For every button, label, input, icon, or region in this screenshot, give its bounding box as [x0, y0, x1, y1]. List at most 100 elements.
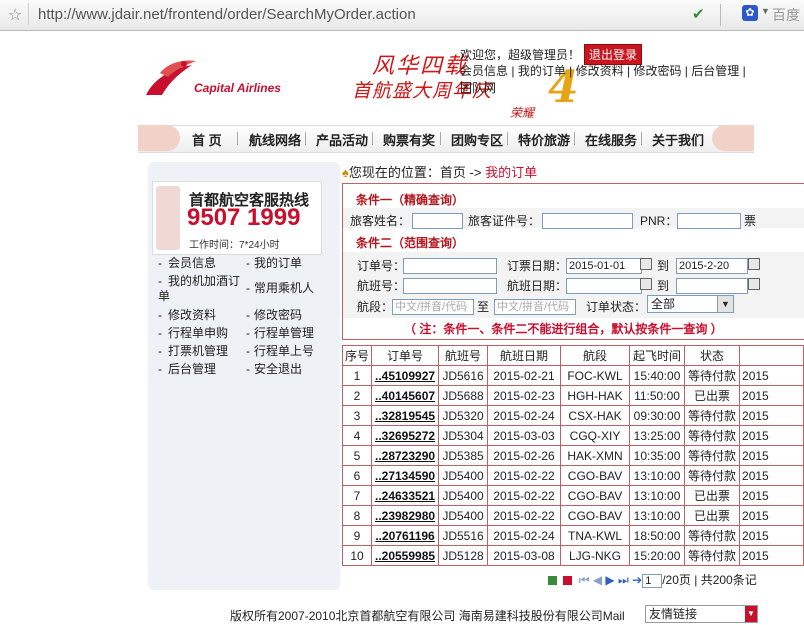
export-excel-icon[interactable] — [548, 576, 557, 586]
sidebar-link-my-orders[interactable]: 我的订单 — [254, 256, 302, 271]
table-row[interactable]: 7 ..24633521 JD5400 2015-02-22 CGO-BAV 13:10:… — [341, 485, 804, 506]
next-page-icon[interactable]: ▶ — [605, 573, 614, 587]
user-menu-change-password[interactable]: 修改密码 — [633, 64, 681, 78]
table-row[interactable]: 6 ..27134590 JD5400 2015-02-22 CGO-BAV 13:10:… — [341, 465, 804, 486]
cell-order-no[interactable]: ..40145607 — [371, 385, 440, 406]
cell-index: 4 — [341, 425, 373, 446]
user-menu-my-orders[interactable]: 我的订单 — [518, 64, 566, 78]
segment-from-input[interactable]: 中文/拼音/代码 — [392, 299, 474, 315]
first-page-icon[interactable]: ⏮ — [579, 573, 590, 587]
flight-date-to-input[interactable] — [676, 278, 748, 294]
logout-button[interactable]: 退出登录 — [584, 44, 643, 65]
cell-flight-no: JD5304 — [438, 425, 489, 446]
passenger-id-label: 旅客证件号： — [468, 214, 541, 228]
cell-status: 等待付款 — [684, 405, 741, 426]
nav-travel-deals[interactable]: 特价旅游 — [518, 130, 570, 149]
booking-date-to-input[interactable]: 2015-2-20 — [676, 258, 748, 274]
col-header-departure-time: 起飞时间 — [629, 345, 686, 366]
flight-date-from-input[interactable] — [566, 278, 642, 294]
nav-products[interactable]: 产品活动 — [316, 130, 368, 149]
footer-copyright: 版权所有2007-2010北京首都航空有限公司 海南易建科技股份有限公司Mail — [230, 609, 625, 623]
breadcrumb-prefix: 您现在的位置：首页 -> — [348, 165, 482, 180]
cell-order-no[interactable]: ..28723290 — [371, 445, 440, 466]
user-menu-team[interactable]: 团队网 — [460, 81, 496, 95]
goto-arrow-icon[interactable]: ➔ — [632, 573, 642, 587]
table-row[interactable]: 10 ..20559985 JD5128 2015-03-08 LJG-NKG 15:20… — [341, 545, 804, 566]
cell-status: 等待付款 — [684, 525, 741, 546]
calendar-icon[interactable] — [748, 258, 760, 270]
sidebar-link-admin[interactable]: 后台管理 — [168, 362, 216, 377]
nav-routes[interactable]: 航线网络 — [249, 130, 301, 149]
table-row[interactable]: 4 ..32695272 JD5304 2015-03-03 CGQ-XIY 13:25:… — [341, 425, 804, 446]
table-row[interactable]: 8 ..23982980 JD5400 2015-02-22 CGO-BAV 13:10:… — [341, 505, 804, 526]
sidebar-link-change-password[interactable]: 修改密码 — [254, 308, 302, 323]
cell-order-no[interactable]: ..45109927 — [371, 365, 440, 386]
nav-about-us[interactable]: 关于我们 — [652, 130, 704, 149]
last-page-icon[interactable]: ⏭ — [618, 573, 629, 587]
url-text[interactable]: http://www.jdair.net/frontend/order/Sear… — [38, 6, 416, 23]
prev-page-icon[interactable]: ◀ — [593, 573, 602, 587]
calendar-icon[interactable] — [640, 278, 652, 290]
sidebar-link-itinerary-number[interactable]: 行程单上号 — [254, 344, 314, 359]
calendar-icon[interactable] — [748, 278, 760, 290]
nav-group-buy[interactable]: 团购专区 — [451, 130, 503, 149]
friendly-links-select[interactable]: 友情链接 ▼ — [645, 605, 758, 623]
table-row[interactable]: 9 ..20761196 JD5516 2015-02-24 TNA-KWL 18:50:… — [341, 525, 804, 546]
user-menu-member-info[interactable]: 会员信息 — [460, 64, 508, 78]
chevron-down-icon[interactable]: ▼ — [761, 6, 770, 16]
search-engine-box[interactable]: ✿ ▼ 百度 — [740, 4, 804, 26]
table-row[interactable]: 2 ..40145607 JD5688 2015-02-23 HGH-HAK 11:50:… — [341, 385, 804, 406]
cell-order-no[interactable]: ..32819545 — [371, 405, 440, 426]
cell-status: 等待付款 — [684, 425, 741, 446]
cell-order-no[interactable]: ..23982980 — [371, 505, 440, 526]
nav-online-service[interactable]: 在线服务 — [585, 130, 637, 149]
sidebar-link-frequent-passengers[interactable]: 常用乘机人 — [254, 281, 314, 296]
flight-date-label: 航班日期： — [507, 279, 568, 293]
sidebar-link-itinerary-manage[interactable]: 行程单管理 — [254, 326, 314, 341]
col-header-order-no: 订单号 — [371, 345, 440, 366]
orders-table: 序号 订单号 航班号 航班日期 航段 起飞时间 状态 1 ..45109927 JD… — [341, 345, 804, 566]
cell-segment: CGO-BAV — [560, 505, 631, 526]
sidebar-link-printer-manage[interactable]: 打票机管理 — [168, 344, 228, 359]
calendar-icon[interactable] — [640, 258, 652, 270]
user-menu-edit-profile[interactable]: 修改资料 — [576, 64, 624, 78]
table-row[interactable]: 3 ..32819545 JD5320 2015-02-24 CSX-HAK 09:30:… — [341, 405, 804, 426]
capital-airlines-logo-icon[interactable] — [140, 55, 200, 103]
table-row[interactable]: 1 ..45109927 JD5616 2015-02-21 FOC-KWL 15:40:… — [341, 365, 804, 386]
page-number-input[interactable]: 1 — [642, 573, 663, 588]
user-menu-admin[interactable]: 后台管理 — [691, 64, 739, 78]
cell-flight-date: 2015-02-23 — [487, 385, 562, 406]
sidebar-dash: - — [158, 326, 162, 340]
baidu-paw-icon: ✿ — [742, 5, 758, 21]
pnr-input[interactable] — [677, 213, 741, 229]
flight-no-input[interactable] — [403, 278, 497, 294]
order-no-input[interactable] — [403, 258, 497, 274]
nav-ticket-prize[interactable]: 购票有奖 — [383, 130, 435, 149]
passenger-name-input[interactable] — [412, 213, 463, 229]
sidebar-link-member-info[interactable]: 会员信息 — [168, 256, 216, 271]
order-status-select[interactable]: 全部 ▼ — [647, 295, 734, 313]
bookmark-star-icon[interactable]: ☆ — [8, 5, 22, 25]
cell-order-no[interactable]: ..27134590 — [371, 465, 440, 486]
passenger-id-input[interactable] — [542, 213, 633, 229]
segment-label: 航段： — [357, 300, 394, 314]
cell-order-no[interactable]: ..20761196 — [371, 525, 440, 546]
cell-segment: HGH-HAK — [560, 385, 631, 406]
nav-home[interactable]: 首 页 — [192, 130, 222, 149]
export-pdf-icon[interactable] — [563, 576, 573, 586]
url-box[interactable]: http://www.jdair.net/frontend/order/Sear… — [28, 3, 728, 25]
cell-order-no[interactable]: ..24633521 — [371, 485, 440, 506]
cell-status: 已出票 — [684, 485, 741, 506]
booking-date-from-input[interactable]: 2015-01-01 — [566, 258, 642, 274]
cell-departure-time: 13:25:00 — [629, 425, 686, 446]
cell-order-no[interactable]: ..20559985 — [371, 545, 440, 566]
sidebar-link-itinerary-apply[interactable]: 行程单申购 — [168, 326, 228, 341]
cell-order-no[interactable]: ..32695272 — [371, 425, 440, 446]
sidebar-link-edit-profile[interactable]: 修改资料 — [168, 308, 216, 323]
table-row[interactable]: 5 ..28723290 JD5385 2015-02-26 HAK-XMN 10:35:… — [341, 445, 804, 466]
cell-status: 已出票 — [684, 505, 741, 526]
rss-icon[interactable]: ✔ — [692, 5, 705, 23]
sidebar-link-logout[interactable]: 安全退出 — [254, 362, 302, 377]
segment-to-input[interactable]: 中文/拼音/代码 — [494, 299, 576, 315]
sidebar-link-flight-hotel-orders[interactable]: 我的机加酒订单 — [158, 274, 242, 304]
